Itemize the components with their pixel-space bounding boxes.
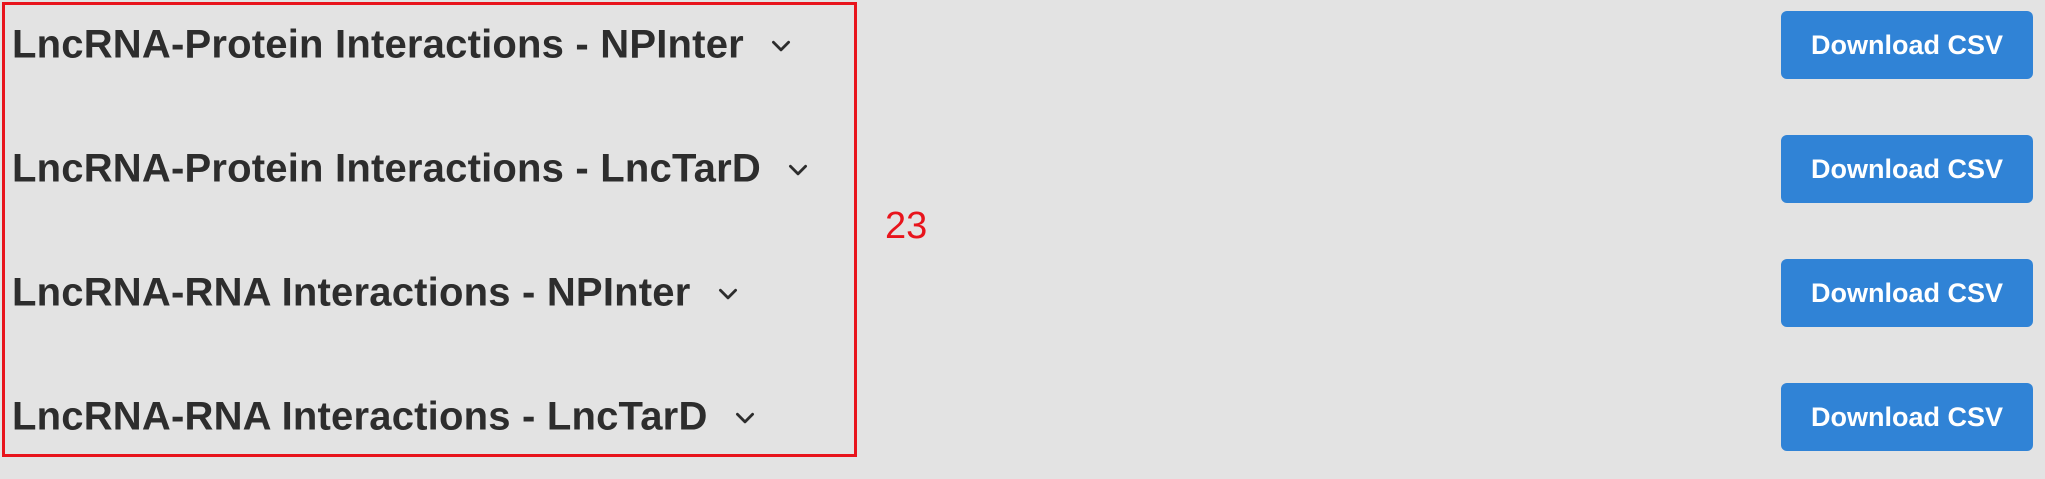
section-title: LncRNA-RNA Interactions - NPInter xyxy=(12,270,691,315)
annotation-label: 23 xyxy=(885,205,928,247)
download-csv-button[interactable]: Download CSV xyxy=(1781,135,2033,203)
download-csv-button[interactable]: Download CSV xyxy=(1781,259,2033,327)
section-header-protein-lnctard[interactable]: LncRNA-Protein Interactions - LncTarD xyxy=(12,147,811,192)
section-title: LncRNA-Protein Interactions - LncTarD xyxy=(12,146,761,191)
chevron-down-icon[interactable] xyxy=(785,156,811,182)
section-row-protein-npinter: LncRNA-Protein Interactions - NPInter Do… xyxy=(0,0,2045,107)
chevron-down-icon[interactable] xyxy=(768,32,794,58)
section-row-protein-lnctard: LncRNA-Protein Interactions - LncTarD Do… xyxy=(0,107,2045,231)
download-csv-button[interactable]: Download CSV xyxy=(1781,11,2033,79)
chevron-down-icon[interactable] xyxy=(732,404,758,430)
download-csv-button[interactable]: Download CSV xyxy=(1781,383,2033,451)
section-header-rna-lnctard[interactable]: LncRNA-RNA Interactions - LncTarD xyxy=(12,395,758,440)
section-title: LncRNA-Protein Interactions - NPInter xyxy=(12,22,744,67)
section-header-protein-npinter[interactable]: LncRNA-Protein Interactions - NPInter xyxy=(12,23,794,68)
section-row-rna-lnctard: LncRNA-RNA Interactions - LncTarD Downlo… xyxy=(0,355,2045,479)
section-header-rna-npinter[interactable]: LncRNA-RNA Interactions - NPInter xyxy=(12,271,741,316)
section-row-rna-npinter: LncRNA-RNA Interactions - NPInter Downlo… xyxy=(0,231,2045,355)
chevron-down-icon[interactable] xyxy=(715,280,741,306)
section-title: LncRNA-RNA Interactions - LncTarD xyxy=(12,394,708,439)
